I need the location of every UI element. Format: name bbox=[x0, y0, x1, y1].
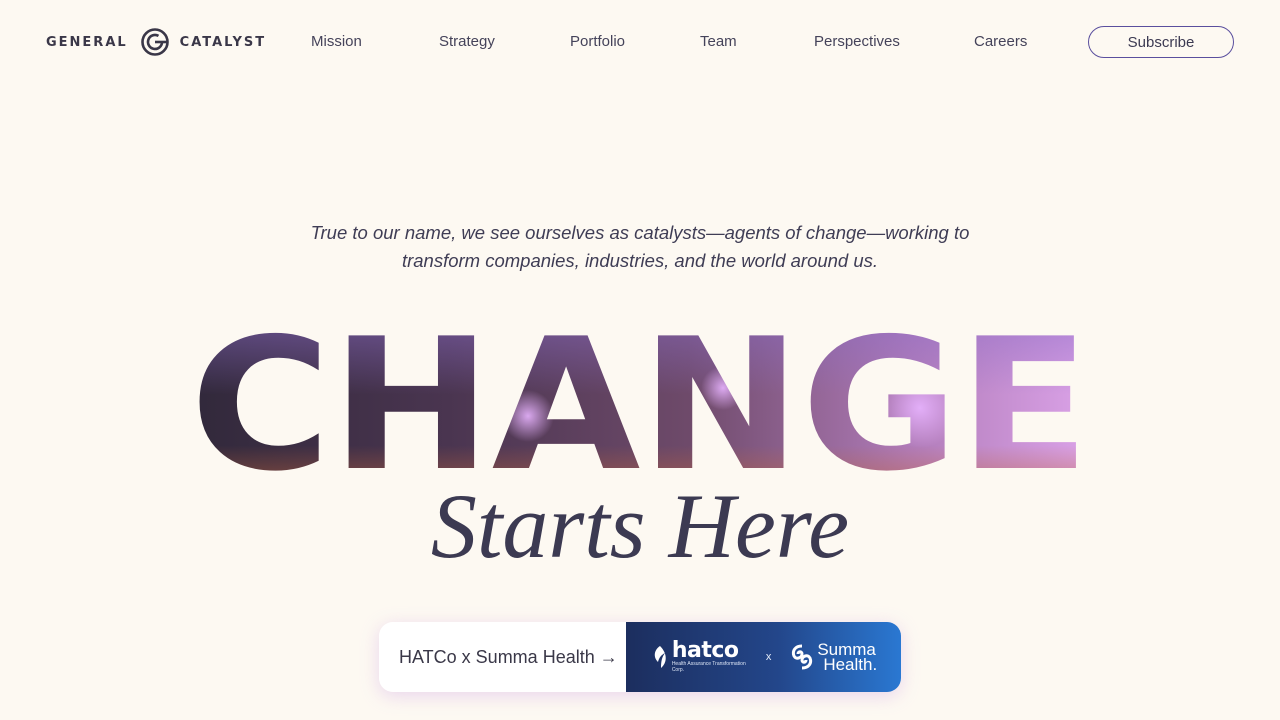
featured-partnership-link[interactable]: HATCo x Summa Health → bbox=[379, 622, 626, 692]
brand-logo[interactable]: GENERAL CATALYST bbox=[46, 26, 266, 58]
nav-strategy[interactable]: Strategy bbox=[439, 33, 495, 50]
partner-logos-banner: hatco Health Assurance Transformation Co… bbox=[626, 622, 901, 692]
nav-portfolio[interactable]: Portfolio bbox=[570, 33, 625, 50]
subscribe-button[interactable]: Subscribe bbox=[1088, 26, 1234, 58]
nav-careers[interactable]: Careers bbox=[974, 33, 1027, 50]
hero-tagline: True to our name, we see ourselves as ca… bbox=[310, 222, 970, 271]
hatco-subtitle: Health Assurance Transformation Corp. bbox=[671, 661, 746, 673]
logo-word-general: GENERAL bbox=[46, 34, 128, 50]
featured-partnership-card[interactable]: HATCo x Summa Health → hatco Health Assu… bbox=[379, 622, 901, 692]
summa-health-logo: Summa Health. bbox=[789, 641, 878, 674]
hatco-logo: hatco Health Assurance Transformation Co… bbox=[650, 638, 748, 673]
partner-separator: x bbox=[765, 651, 772, 663]
hatco-wordmark: hatco bbox=[671, 638, 739, 663]
site-header: GENERAL CATALYST Mission Strategy Portfo… bbox=[0, 0, 1280, 84]
logo-word-catalyst: CATALYST bbox=[179, 34, 267, 50]
nav-team[interactable]: Team bbox=[700, 33, 737, 50]
nav-perspectives[interactable]: Perspectives bbox=[814, 33, 900, 50]
hatco-leaf-icon bbox=[654, 646, 666, 668]
nav-mission[interactable]: Mission bbox=[311, 33, 362, 50]
catalyst-g-mark-icon bbox=[140, 28, 169, 56]
hero-subheadline: Starts Here bbox=[430, 475, 850, 577]
summa-wordmark-health: Health. bbox=[823, 655, 878, 674]
summa-swirl-icon bbox=[792, 644, 813, 670]
hero-headline: CHANGE bbox=[160, 318, 1120, 488]
